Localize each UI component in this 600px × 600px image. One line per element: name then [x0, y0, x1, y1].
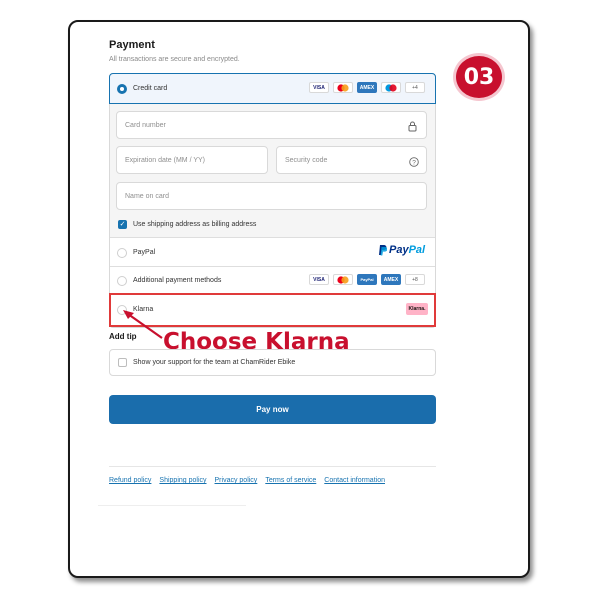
step-badge: 03 [453, 53, 505, 101]
paypal-radio[interactable] [117, 248, 127, 258]
lock-icon [408, 119, 417, 137]
maestro-icon [381, 82, 401, 93]
contact-information-link[interactable]: Contact information [324, 477, 385, 484]
card-number-placeholder: Card number [125, 121, 166, 129]
footer-bottom-divider [98, 505, 246, 506]
klarna-logo: Klarna. [406, 303, 428, 315]
billing-address-checkbox[interactable]: ✓ [118, 220, 127, 229]
expiration-date-field[interactable]: Expiration date (MM / YY) [116, 146, 268, 174]
visa-icon: VISA [309, 274, 329, 285]
footer-divider [109, 466, 436, 467]
terms-of-service-link[interactable]: Terms of service [265, 477, 316, 484]
credit-card-radio[interactable] [117, 84, 127, 94]
amex-icon: AMEX [357, 82, 377, 93]
name-on-card-placeholder: Name on card [125, 192, 169, 200]
security-code-placeholder: Security code [285, 156, 328, 164]
paypal-card-icon: PayPal [357, 274, 377, 285]
paypal-logo: PayPal [378, 244, 425, 256]
add-tip-heading: Add tip [109, 332, 137, 341]
paypal-logo-pay: Pay [389, 244, 409, 256]
shipping-policy-link[interactable]: Shipping policy [159, 477, 206, 484]
mastercard-icon [333, 274, 353, 285]
mastercard-icon [333, 82, 353, 93]
payment-heading: Payment [109, 39, 155, 51]
credit-card-label: Credit card [133, 85, 168, 92]
privacy-policy-link[interactable]: Privacy policy [215, 477, 258, 484]
additional-methods-radio[interactable] [117, 276, 127, 286]
divider [110, 266, 435, 267]
payment-subtitle: All transactions are secure and encrypte… [109, 56, 240, 63]
svg-text:?: ? [412, 159, 416, 166]
billing-address-label: Use shipping address as billing address [133, 221, 257, 228]
pay-now-button[interactable]: Pay now [109, 395, 436, 424]
name-on-card-field[interactable]: Name on card [116, 182, 427, 210]
paypal-label: PayPal [133, 249, 156, 256]
footer-links: Refund policy Shipping policy Privacy po… [109, 477, 385, 484]
security-code-field[interactable]: Security code [276, 146, 427, 174]
card-number-field[interactable]: Card number [116, 111, 427, 139]
refund-policy-link[interactable]: Refund policy [109, 477, 151, 484]
more-cards-badge: +4 [405, 82, 425, 93]
tip-checkbox-label: Show your support for the team at ChamRi… [133, 359, 296, 366]
expiration-placeholder: Expiration date (MM / YY) [125, 156, 206, 164]
more-methods-badge: +8 [405, 274, 425, 285]
tip-checkbox[interactable] [118, 358, 127, 367]
additional-methods-label: Additional payment methods [133, 277, 222, 284]
amex-icon: AMEX [381, 274, 401, 285]
paypal-logo-pal: Pal [408, 244, 426, 256]
help-icon[interactable]: ? [409, 154, 419, 172]
divider [110, 237, 435, 238]
visa-icon: VISA [309, 82, 329, 93]
